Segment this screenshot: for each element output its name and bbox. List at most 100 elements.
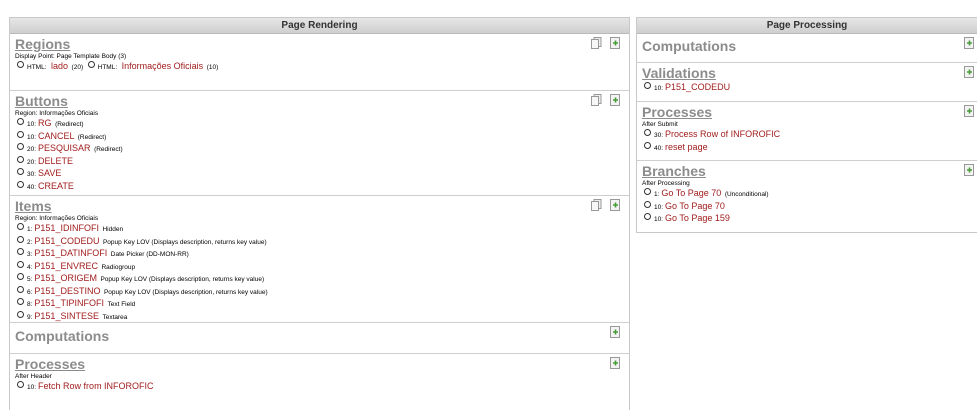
create-icon[interactable]: [964, 37, 975, 49]
region-link-lado[interactable]: lado: [51, 61, 68, 71]
create-icon[interactable]: [964, 164, 975, 176]
item-link[interactable]: P151_CODEDU: [34, 236, 99, 246]
proc-branches-section: Branches After Processing 1: Go To Page 7…: [637, 161, 977, 229]
regions-display-point: Display Point: Page Template Body (3): [15, 53, 127, 60]
list-item: 9: P151_SINTESE Textarea: [15, 310, 624, 324]
bullet-icon: [17, 273, 24, 280]
list-item: 10: Fetch Row from INFOROFIC: [15, 381, 624, 394]
bullet-icon: [17, 130, 24, 138]
copy-icon[interactable]: [590, 94, 602, 106]
create-icon[interactable]: [610, 357, 621, 369]
process-link[interactable]: Process Row of INFOROFIC: [665, 129, 780, 139]
bullet-icon: [17, 381, 24, 388]
validation-link[interactable]: P151_CODEDU: [665, 82, 730, 92]
button-link[interactable]: PESQUISAR: [38, 143, 91, 153]
button-link[interactable]: RG: [38, 118, 52, 128]
bullet-icon: [87, 61, 95, 68]
process-link[interactable]: reset page: [665, 142, 708, 152]
list-item: 30: SAVE: [15, 168, 624, 181]
processes-heading[interactable]: Processes: [15, 356, 624, 373]
item-link[interactable]: P151_DATINFOFI: [34, 248, 107, 258]
copy-icon[interactable]: [590, 37, 602, 49]
list-item: 5: P151_ORIGEM Popup Key LOV (Displays de…: [15, 273, 624, 286]
list-item: 10: CANCEL (Redirect): [15, 130, 624, 144]
bullet-icon: [17, 118, 24, 125]
proc-processes-icons: [960, 105, 975, 123]
item-link[interactable]: P151_ORIGEM: [34, 273, 97, 283]
items-region: Region: Informações Oficiais: [15, 215, 99, 222]
create-icon[interactable]: [610, 94, 621, 106]
regions-section: Regions Display Point: Page Template Bod…: [10, 34, 629, 91]
list-item: 10: Go To Page 70: [642, 200, 972, 214]
page-processing-title: Page Processing: [637, 18, 977, 34]
list-item: 20: PESQUISAR (Redirect): [15, 143, 624, 156]
proc-branches-point: After Processing: [642, 180, 690, 187]
list-item: 3: P151_DATINFOFI Date Picker (DD-MON-RR): [15, 248, 624, 261]
buttons-heading[interactable]: Buttons: [15, 93, 624, 110]
list-item: 10: RG (Redirect): [15, 118, 624, 131]
computations-section: Computations: [10, 323, 629, 354]
branch-link[interactable]: Go To Page 70: [661, 188, 721, 198]
bullet-icon: [17, 248, 24, 255]
process-link[interactable]: Fetch Row from INFOROFIC: [38, 381, 154, 391]
list-item: 10: Go To Page 159: [642, 213, 972, 226]
item-link[interactable]: P151_DESTINO: [34, 286, 100, 296]
list-item: 6: P151_DESTINO Popup Key LOV (Displays d…: [15, 285, 624, 299]
create-icon[interactable]: [610, 37, 621, 49]
item-link[interactable]: P151_TIPINFOFI: [34, 298, 104, 308]
bullet-icon: [644, 129, 651, 136]
item-link[interactable]: P151_SINTESE: [34, 311, 99, 321]
list-item: 4: P151_ENVREC Radiogroup: [15, 260, 624, 274]
button-link[interactable]: CANCEL: [38, 131, 74, 141]
button-link[interactable]: DELETE: [38, 156, 73, 166]
create-icon[interactable]: [964, 66, 975, 78]
proc-computations-section: Computations: [637, 34, 977, 63]
item-link[interactable]: P151_IDINFOFI: [34, 223, 99, 233]
proc-processes-heading[interactable]: Processes: [642, 104, 972, 121]
list-item: 10: P151_CODEDU: [642, 82, 972, 95]
processes-icons: [606, 357, 621, 375]
list-item: 1: Go To Page 70 (Unconditional): [642, 188, 972, 201]
computations-icons: [606, 326, 621, 344]
bullet-icon: [644, 213, 651, 220]
proc-validations-icons: [960, 66, 975, 84]
bullet-icon: [644, 141, 651, 149]
create-icon[interactable]: [610, 199, 621, 211]
list-item: 40: CREATE: [15, 180, 624, 194]
items-heading[interactable]: Items: [15, 198, 624, 215]
branch-link[interactable]: Go To Page 70: [665, 201, 725, 211]
bullet-icon: [17, 180, 24, 188]
branch-link[interactable]: Go To Page 159: [665, 213, 730, 223]
processes-point: After Header: [15, 373, 52, 380]
regions-heading[interactable]: Regions: [15, 36, 624, 53]
proc-branches-heading[interactable]: Branches: [642, 163, 972, 180]
proc-computations-heading: Computations: [642, 38, 737, 54]
list-item: 2: P151_CODEDU Popup Key LOV (Displays de…: [15, 235, 624, 249]
list-item: 8: P151_TIPINFOFI Text Field: [15, 298, 624, 311]
buttons-icons: [587, 94, 621, 112]
copy-icon[interactable]: [590, 199, 602, 211]
proc-validations-heading[interactable]: Validations: [642, 65, 972, 82]
regions-row: HTML: lado (20) HTML: Informações Oficia…: [15, 61, 624, 74]
button-link[interactable]: SAVE: [38, 168, 61, 178]
proc-validations-section: Validations 10: P151_CODEDU: [637, 63, 977, 102]
bullet-icon: [17, 298, 24, 305]
items-section: Items Region: Informações Oficiais 1: P15…: [10, 196, 629, 323]
bullet-icon: [17, 168, 24, 175]
items-icons: [587, 199, 621, 217]
region-link-informacoes[interactable]: Informações Oficiais: [122, 61, 204, 71]
bullet-icon: [17, 155, 24, 163]
item-link[interactable]: P151_ENVREC: [34, 261, 98, 271]
computations-heading: Computations: [15, 328, 110, 344]
create-icon[interactable]: [610, 326, 621, 338]
bullet-icon: [644, 82, 651, 89]
processes-section: Processes After Header 10: Fetch Row from…: [10, 354, 629, 396]
bullet-icon: [17, 310, 24, 318]
button-link[interactable]: CREATE: [38, 181, 74, 191]
list-item: 20: DELETE: [15, 155, 624, 169]
proc-branches-icons: [960, 164, 975, 182]
proc-processes-section: Processes After Submit 30: Process Row of…: [637, 102, 977, 161]
create-icon[interactable]: [964, 105, 975, 117]
bullet-icon: [17, 143, 24, 150]
bullet-icon: [644, 200, 651, 208]
